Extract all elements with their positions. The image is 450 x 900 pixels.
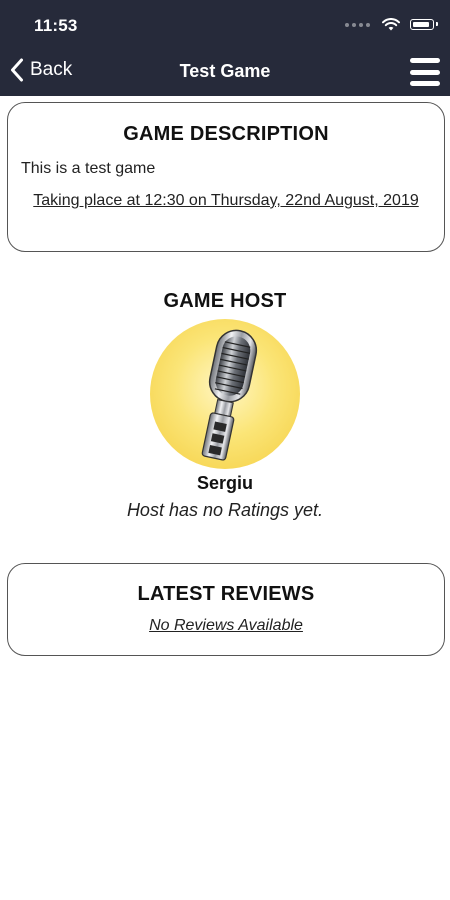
latest-reviews-card: LATEST REVIEWS No Reviews Available [7, 563, 445, 656]
no-reviews-link[interactable]: No Reviews Available [8, 617, 444, 635]
host-rating-text: Host has no Ratings yet. [126, 500, 324, 520]
navigation-bar: 11:53 Back Test Game [0, 0, 450, 96]
chevron-left-icon [11, 58, 23, 82]
game-description-title: GAME DESCRIPTION [123, 123, 329, 145]
host-name[interactable]: Sergiu [0, 473, 450, 494]
latest-reviews-title: LATEST REVIEWS [137, 583, 315, 605]
hamburger-menu-icon[interactable] [410, 58, 440, 86]
game-host-heading: GAME HOST [163, 290, 287, 312]
status-icons [345, 18, 438, 31]
microphone-icon [201, 329, 258, 461]
game-date-link[interactable]: Taking place at 12:30 on Thursday, 22nd … [32, 190, 420, 211]
back-button[interactable]: Back [10, 58, 72, 82]
back-button-label: Back [30, 59, 73, 80]
game-description-text: This is a test game [21, 160, 156, 177]
game-host-section: GAME HOST Sergiu Host has no Ratings yet… [0, 290, 450, 521]
wifi-icon [382, 18, 400, 31]
status-time: 11:53 [34, 16, 78, 35]
host-avatar[interactable] [150, 319, 300, 469]
battery-icon [410, 19, 438, 30]
game-description-card: GAME DESCRIPTION This is a test game Tak… [7, 102, 445, 252]
signal-icon [345, 22, 370, 27]
